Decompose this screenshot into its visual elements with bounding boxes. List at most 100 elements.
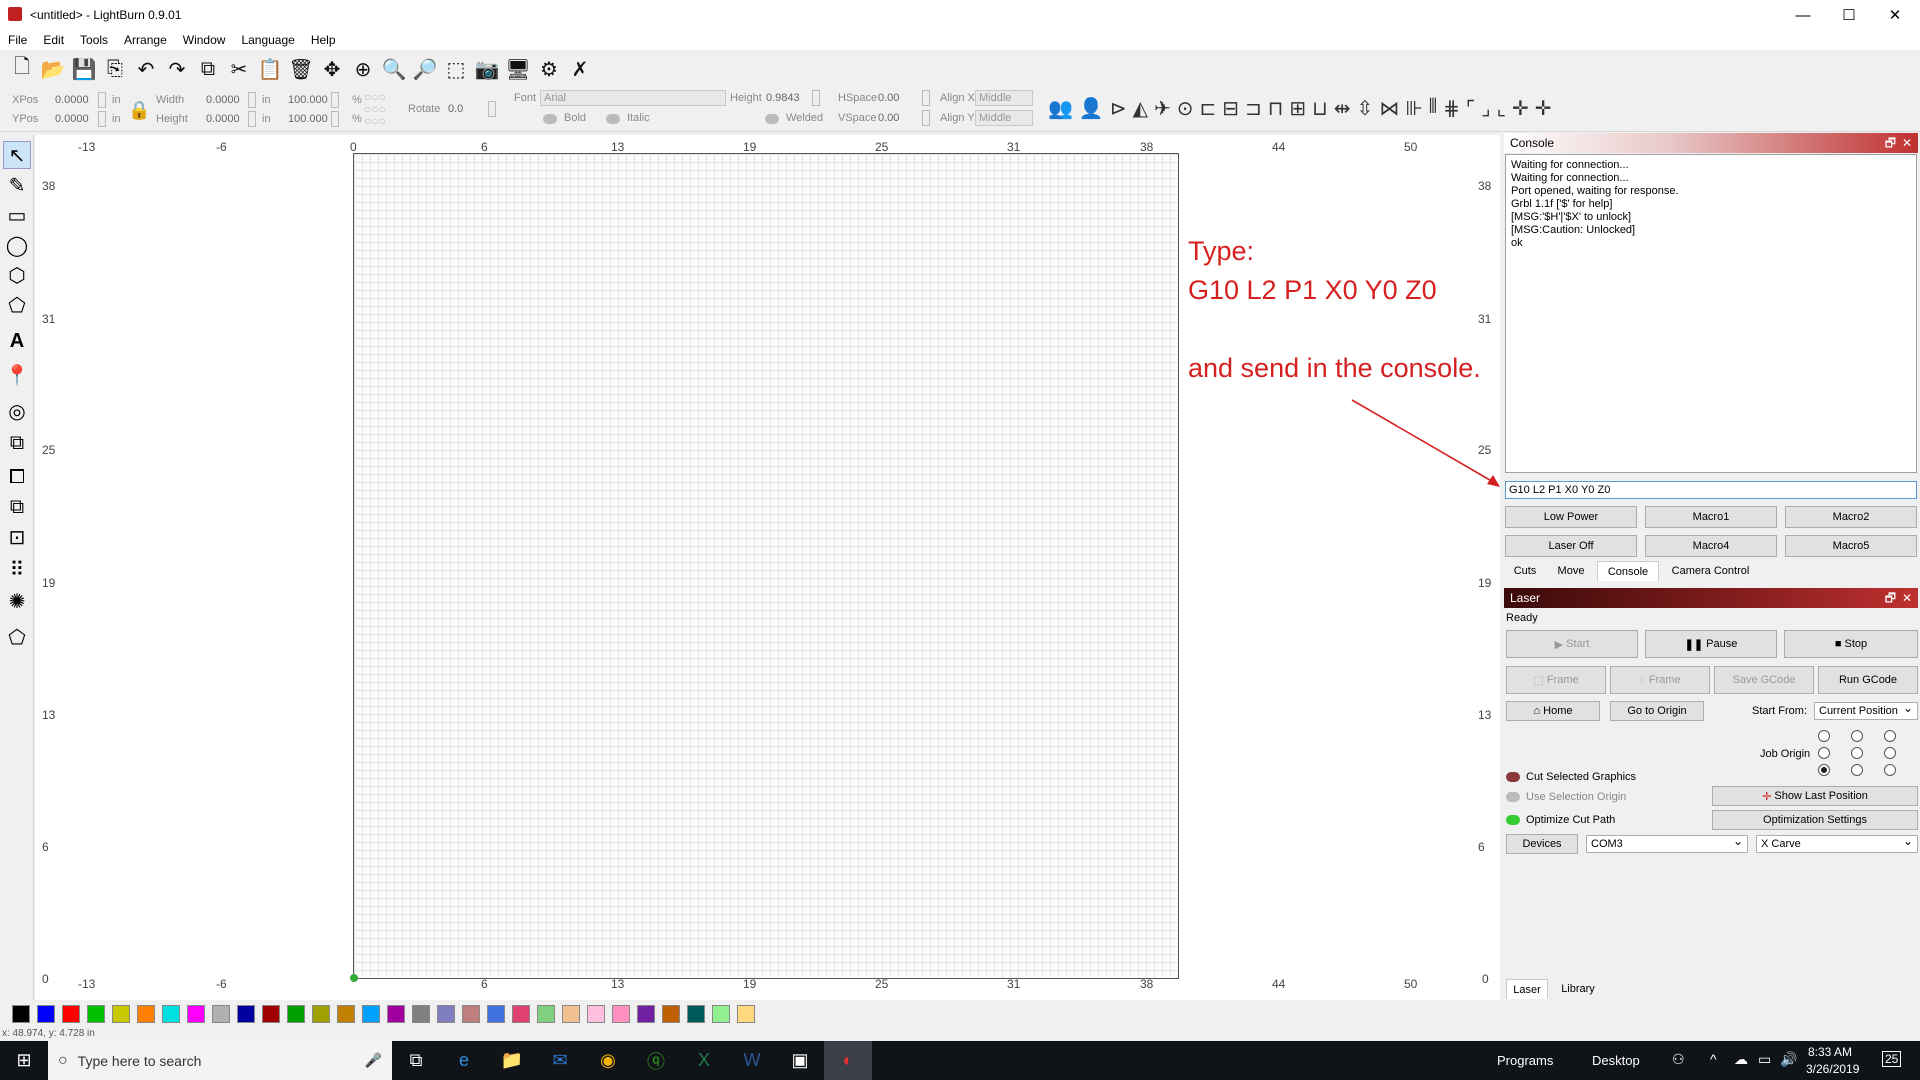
width-field[interactable]: 0.0000	[206, 94, 240, 106]
scale-height-field[interactable]: 100.000	[288, 113, 328, 125]
width-spin[interactable]	[248, 92, 256, 108]
quickbooks-icon[interactable]: ⓠ	[632, 1041, 680, 1080]
color-swatch[interactable]	[237, 1005, 255, 1023]
select-tool-icon[interactable]: ↖	[3, 141, 31, 169]
home-button[interactable]: ⌂ Home	[1506, 701, 1600, 721]
color-swatch[interactable]	[287, 1005, 305, 1023]
vspace-field[interactable]: 0.00	[878, 112, 899, 124]
hspace-field[interactable]: 0.00	[878, 92, 899, 104]
move-icon[interactable]: ✥	[318, 55, 346, 83]
menu-file[interactable]: File	[0, 33, 35, 47]
volume-icon[interactable]: 🔊	[1780, 1051, 1797, 1068]
frame-rect-button[interactable]: ⬚ Frame	[1506, 666, 1606, 694]
cut-selected-toggle[interactable]	[1506, 772, 1520, 782]
console-output[interactable]: Waiting for connection... Waiting for co…	[1505, 154, 1917, 473]
frame-circle-button[interactable]: ◌ Frame	[1610, 666, 1710, 694]
minimize-button[interactable]: —	[1780, 0, 1826, 30]
onedrive-icon[interactable]: ☁	[1734, 1051, 1748, 1068]
laser-off-button[interactable]: Laser Off	[1505, 535, 1637, 557]
align-bottom-icon[interactable]: ⊔	[1312, 96, 1328, 121]
stop-button[interactable]: ■ Stop	[1784, 630, 1918, 658]
scale-width-spin[interactable]	[331, 92, 339, 108]
align-center-icon[interactable]: ⊟	[1222, 96, 1239, 121]
position-tool-icon[interactable]: 📍	[3, 361, 31, 389]
redo-icon[interactable]: ↷	[163, 55, 191, 83]
flip-horizontal-icon[interactable]: ⊳	[1110, 96, 1127, 121]
laser-close-icon[interactable]: ✕	[1902, 588, 1912, 608]
height-spin[interactable]	[248, 111, 256, 127]
height-field[interactable]: 0.0000	[206, 113, 240, 125]
copy-icon[interactable]: ⧉	[194, 55, 222, 83]
file-explorer-icon[interactable]: 📁	[488, 1041, 536, 1080]
scale-height-spin[interactable]	[331, 111, 339, 127]
color-swatch[interactable]	[212, 1005, 230, 1023]
windows-start-icon[interactable]: ⊞	[0, 1041, 48, 1080]
xpos-spin[interactable]	[98, 92, 106, 108]
anchor-grid-icon[interactable]: ○○○ ○○○ ○○○	[364, 91, 404, 129]
color-swatch[interactable]	[187, 1005, 205, 1023]
radial-array-icon[interactable]: ✺	[3, 587, 31, 615]
color-swatch[interactable]	[412, 1005, 430, 1023]
people-icon[interactable]: ⚇	[1672, 1051, 1685, 1068]
use-selection-origin-toggle[interactable]	[1506, 792, 1520, 802]
origin-radio-bc[interactable]	[1851, 764, 1863, 776]
notification-badge[interactable]: 25	[1882, 1051, 1902, 1067]
crosshair-icon[interactable]: ✛	[1512, 96, 1529, 121]
color-swatch[interactable]	[87, 1005, 105, 1023]
origin-radio-ml[interactable]	[1818, 747, 1830, 759]
rotate-spin[interactable]	[488, 101, 496, 117]
network-icon[interactable]: ▭	[1758, 1051, 1771, 1068]
space-h-icon[interactable]: ⊪	[1405, 96, 1422, 121]
tools-icon[interactable]: ✗	[566, 55, 594, 83]
save-gcode-button[interactable]: Save GCode	[1714, 666, 1814, 694]
offset-tool-icon[interactable]: ◎	[3, 397, 31, 425]
origin-radio-tc[interactable]	[1851, 730, 1863, 742]
menu-language[interactable]: Language	[233, 33, 302, 47]
shape-tool-icon[interactable]: ⬠	[3, 291, 31, 319]
float-icon[interactable]: 🗗	[1885, 133, 1896, 153]
center-icon[interactable]: ⊙	[1177, 96, 1194, 121]
menu-tools[interactable]: Tools	[72, 33, 116, 47]
new-file-icon[interactable]: 🗋	[8, 55, 36, 83]
align-left-icon[interactable]: ⊏	[1200, 96, 1217, 121]
tab-console[interactable]: Console	[1597, 561, 1659, 581]
tab-laser[interactable]: Laser	[1506, 979, 1548, 999]
macro4-button[interactable]: Macro4	[1645, 535, 1777, 557]
italic-toggle[interactable]	[606, 114, 620, 124]
color-swatch[interactable]	[437, 1005, 455, 1023]
cut-icon[interactable]: ✂	[225, 55, 253, 83]
macro1-button[interactable]: Macro1	[1645, 506, 1777, 528]
tab-cuts[interactable]: Cuts	[1505, 561, 1545, 581]
color-swatch[interactable]	[537, 1005, 555, 1023]
color-swatch[interactable]	[687, 1005, 705, 1023]
node-edit-icon[interactable]: ⬠	[3, 623, 31, 651]
undo-icon[interactable]: ↶	[132, 55, 160, 83]
ellipse-tool-icon[interactable]: ◯	[3, 231, 31, 259]
color-swatch[interactable]	[662, 1005, 680, 1023]
text-height-field[interactable]: 0.9843	[766, 92, 800, 104]
chrome-icon[interactable]: ◉	[584, 1041, 632, 1080]
word-icon[interactable]: W	[728, 1041, 776, 1080]
console-close-icon[interactable]: ✕	[1902, 133, 1912, 153]
color-swatch[interactable]	[712, 1005, 730, 1023]
open-file-icon[interactable]: 📂	[39, 55, 67, 83]
show-last-position-button[interactable]: ✛ Show Last Position	[1712, 786, 1918, 806]
color-swatch[interactable]	[737, 1005, 755, 1023]
align-top-icon[interactable]: ⊓	[1268, 96, 1284, 121]
tray-chevron-icon[interactable]: ^	[1710, 1051, 1717, 1067]
devices-button[interactable]: Devices	[1506, 834, 1578, 854]
crosshair2-icon[interactable]: ✛	[1535, 96, 1552, 121]
task-view-icon[interactable]: ⧉	[392, 1041, 440, 1080]
ypos-field[interactable]: 0.0000	[55, 113, 89, 125]
rotate-field[interactable]: 0.0	[448, 103, 463, 115]
maximize-button[interactable]: ☐	[1826, 0, 1872, 30]
optimization-settings-button[interactable]: Optimization Settings	[1712, 810, 1918, 830]
menu-help[interactable]: Help	[303, 33, 344, 47]
group-icon[interactable]: 👥	[1048, 96, 1073, 121]
zoom-out-icon[interactable]: 🔎	[411, 55, 439, 83]
distribute-v-icon[interactable]: ⇳	[1357, 96, 1374, 121]
zoom-in-icon[interactable]: 🔍	[380, 55, 408, 83]
run-gcode-button[interactable]: Run GCode	[1818, 666, 1918, 694]
boolean-union-icon[interactable]: ⧉	[3, 429, 31, 457]
start-button[interactable]: ▶ Start	[1506, 630, 1638, 658]
